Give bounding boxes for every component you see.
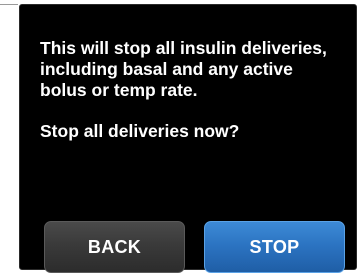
stop-insulin-dialog: This will stop all insulin deliveries, i…: [19, 4, 357, 273]
confirmation-question: Stop all deliveries now?: [40, 121, 240, 141]
dialog-message: This will stop all insulin deliveries, i…: [40, 38, 350, 142]
message-line-3: bolus or temp rate.: [40, 80, 198, 100]
back-button-label: BACK: [87, 236, 142, 257]
pump-screenshot: This will stop all insulin deliveries, i…: [0, 0, 359, 273]
message-line-2: including basal and any active: [40, 59, 293, 79]
stop-button-label: STOP: [249, 236, 300, 257]
back-button[interactable]: BACK: [44, 221, 185, 273]
divider-line: [0, 4, 18, 5]
message-line-1: This will stop all insulin deliveries,: [40, 38, 327, 58]
stop-button[interactable]: STOP: [204, 221, 345, 273]
